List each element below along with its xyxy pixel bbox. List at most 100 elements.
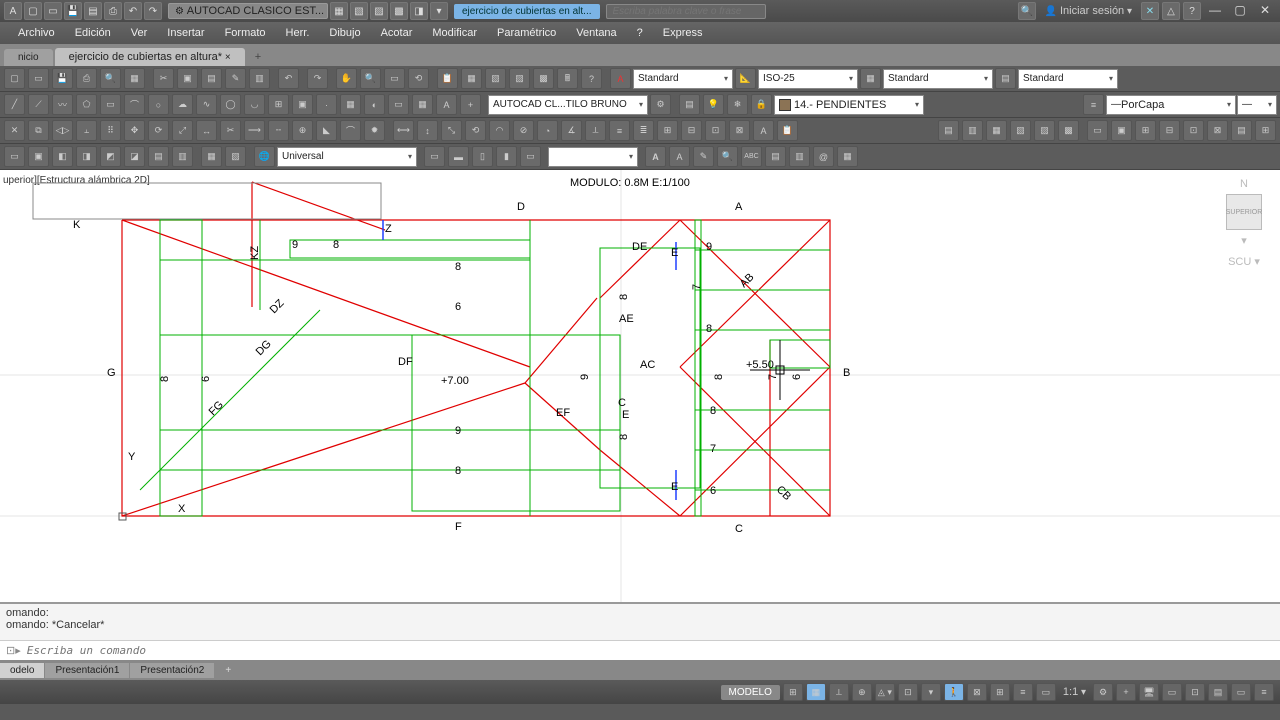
redo-icon[interactable]: ↷ bbox=[144, 2, 162, 20]
tb-v3-icon[interactable]: ▯ bbox=[472, 146, 493, 167]
tb-block-icon[interactable]: ▥ bbox=[249, 68, 270, 89]
viewcube-scu[interactable]: SCU ▾ bbox=[1216, 255, 1272, 268]
menu-insertar[interactable]: Insertar bbox=[157, 24, 214, 42]
tb-mlstyle-icon[interactable]: ▤ bbox=[995, 68, 1016, 89]
qat-btn4[interactable]: ▩ bbox=[390, 2, 408, 20]
tb-dim2-icon[interactable]: ↕ bbox=[417, 120, 438, 141]
tb-t5-icon[interactable]: ABC bbox=[741, 146, 762, 167]
sb-plus-icon[interactable]: + bbox=[1116, 683, 1136, 701]
sb-gear-icon[interactable]: ⚙ bbox=[1093, 683, 1113, 701]
menu-formato[interactable]: Formato bbox=[215, 24, 276, 42]
tb-re8-icon[interactable]: ▥ bbox=[172, 146, 193, 167]
tb-toolpal-icon[interactable]: ▧ bbox=[485, 68, 506, 89]
tb-re9-icon[interactable]: ▦ bbox=[201, 146, 222, 167]
filter-select[interactable]: Universal bbox=[277, 147, 417, 167]
tb-props-icon[interactable]: 📋 bbox=[437, 68, 458, 89]
tb-t6-icon[interactable]: ▤ bbox=[765, 146, 786, 167]
menu-express[interactable]: Express bbox=[653, 24, 713, 42]
menu-modificar[interactable]: Modificar bbox=[422, 24, 487, 42]
tb-publish-icon[interactable]: ▦ bbox=[124, 68, 145, 89]
tb-t1-icon[interactable]: A bbox=[645, 146, 666, 167]
tb-dim16-icon[interactable]: A bbox=[753, 120, 774, 141]
tb-textstyle-icon[interactable]: A bbox=[610, 68, 631, 89]
tb-block-icon[interactable]: ▣ bbox=[292, 94, 313, 115]
sb-snap-icon[interactable]: ▦ bbox=[806, 683, 826, 701]
menu-help[interactable]: ? bbox=[627, 24, 653, 42]
tb-offset-icon[interactable]: ⫠ bbox=[76, 120, 97, 141]
qat-btn2[interactable]: ▧ bbox=[350, 2, 368, 20]
tb-circle-icon[interactable]: ○ bbox=[148, 94, 169, 115]
tb-dim3-icon[interactable]: ⤡ bbox=[441, 120, 462, 141]
doc-tab-inicio[interactable]: nicio bbox=[4, 49, 53, 66]
tb-join-icon[interactable]: ⊕ bbox=[292, 120, 313, 141]
tb-dim1-icon[interactable]: ⟷ bbox=[393, 120, 414, 141]
tb-ref4-icon[interactable]: ⊟ bbox=[1159, 120, 1180, 141]
tb-sheetset-icon[interactable]: ▨ bbox=[509, 68, 530, 89]
tb-ref8-icon[interactable]: ⊞ bbox=[1255, 120, 1276, 141]
command-input[interactable] bbox=[27, 644, 1274, 657]
tb-open-icon[interactable]: ▭ bbox=[28, 68, 49, 89]
360-icon[interactable]: △ bbox=[1162, 2, 1180, 20]
tb-polygon-icon[interactable]: ⬠ bbox=[76, 94, 97, 115]
tb-redo-icon[interactable]: ↷ bbox=[307, 68, 328, 89]
tb-region-icon[interactable]: ▭ bbox=[388, 94, 409, 115]
tb-lay3-icon[interactable]: ▦ bbox=[986, 120, 1007, 141]
tb-dsgnctr-icon[interactable]: ▦ bbox=[461, 68, 482, 89]
sb-ortho-icon[interactable]: ⟂ bbox=[829, 683, 849, 701]
layout-p2[interactable]: Presentación2 bbox=[130, 663, 214, 678]
tb-hatch-icon[interactable]: ▦ bbox=[340, 94, 361, 115]
tb-fillet-icon[interactable]: ⌒ bbox=[340, 120, 361, 141]
tb-addsel-icon[interactable]: + bbox=[460, 94, 481, 115]
tb-dim9-icon[interactable]: ⟂ bbox=[585, 120, 606, 141]
tb-new-icon[interactable]: ▢ bbox=[4, 68, 25, 89]
tb-dim10-icon[interactable]: ≡ bbox=[609, 120, 630, 141]
doc-close-button[interactable]: ✕ bbox=[1254, 3, 1276, 19]
tb-copy-icon[interactable]: ▣ bbox=[177, 68, 198, 89]
tb-dim11-icon[interactable]: ≣ bbox=[633, 120, 654, 141]
tb-arc-icon[interactable]: ⌒ bbox=[124, 94, 145, 115]
layout-add[interactable]: + bbox=[215, 663, 241, 678]
tb-rotate-icon[interactable]: ⟳ bbox=[148, 120, 169, 141]
tb-v5-icon[interactable]: ▭ bbox=[520, 146, 541, 167]
minimize-button[interactable]: — bbox=[1204, 3, 1226, 19]
help-search-input[interactable] bbox=[606, 4, 766, 19]
tb-t3-icon[interactable]: ✎ bbox=[693, 146, 714, 167]
mleader-style-select[interactable]: Standard bbox=[1018, 69, 1118, 89]
open-icon[interactable]: ▭ bbox=[44, 2, 62, 20]
visual-select[interactable] bbox=[548, 147, 638, 167]
doc-tab-add[interactable]: + bbox=[247, 48, 269, 66]
tb-break-icon[interactable]: ╌ bbox=[268, 120, 289, 141]
tb-v2-icon[interactable]: ▬ bbox=[448, 146, 469, 167]
menu-ventana[interactable]: Ventana bbox=[566, 24, 626, 42]
layout-p1[interactable]: Presentación1 bbox=[45, 663, 129, 678]
layout-model[interactable]: odelo bbox=[0, 663, 44, 678]
tb-filter-icon[interactable]: 🌐 bbox=[254, 146, 275, 167]
lineweight-select[interactable]: — bbox=[1237, 95, 1277, 115]
tb-spline-icon[interactable]: ∿ bbox=[196, 94, 217, 115]
command-line[interactable]: ⊡▸ bbox=[0, 640, 1280, 660]
qat-more[interactable]: ▾ bbox=[430, 2, 448, 20]
tb-print-icon[interactable]: ⎙ bbox=[76, 68, 97, 89]
tb-re1-icon[interactable]: ▭ bbox=[4, 146, 25, 167]
tb-dim6-icon[interactable]: ⊘ bbox=[513, 120, 534, 141]
sb-lwt-icon[interactable]: ≡ bbox=[1013, 683, 1033, 701]
tb-insert-icon[interactable]: ⊞ bbox=[268, 94, 289, 115]
tb-copy2-icon[interactable]: ⧉ bbox=[28, 120, 49, 141]
qat-btn5[interactable]: ◨ bbox=[410, 2, 428, 20]
undo-icon[interactable]: ↶ bbox=[124, 2, 142, 20]
layer-select[interactable]: 14.- PENDIENTES bbox=[774, 95, 924, 115]
tb-preview-icon[interactable]: 🔍 bbox=[100, 68, 121, 89]
tb-t9-icon[interactable]: ▦ bbox=[837, 146, 858, 167]
tb-rect-icon[interactable]: ▭ bbox=[100, 94, 121, 115]
tb-revcloud-icon[interactable]: ☁ bbox=[172, 94, 193, 115]
status-modelo[interactable]: MODELO bbox=[721, 685, 780, 700]
tb-ref7-icon[interactable]: ▤ bbox=[1231, 120, 1252, 141]
status-scale[interactable]: 1:1 ▾ bbox=[1059, 686, 1090, 698]
tb-mirror-icon[interactable]: ◁▷ bbox=[52, 120, 73, 141]
tb-lay6-icon[interactable]: ▩ bbox=[1058, 120, 1079, 141]
sb-osnap-icon[interactable]: ⊡ bbox=[898, 683, 918, 701]
tb-re6-icon[interactable]: ◪ bbox=[124, 146, 145, 167]
workspace-dropdown[interactable]: AUTOCAD CL...TILO BRUNO bbox=[488, 95, 648, 115]
tb-dimstyle-icon[interactable]: 📐 bbox=[735, 68, 756, 89]
tb-lay4-icon[interactable]: ▧ bbox=[1010, 120, 1031, 141]
